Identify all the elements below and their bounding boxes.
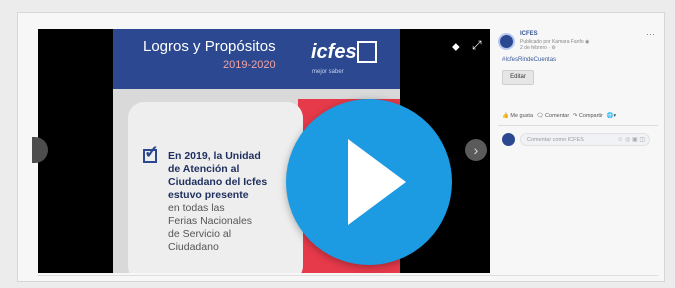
share-button[interactable]: ↷ Compartir [573, 113, 603, 119]
more-options-icon[interactable]: ··· [646, 29, 655, 39]
photo-viewer[interactable]: Logros y Propósitos 2019-2020 icfes mejo… [32, 29, 490, 273]
audience-selector[interactable]: 🌐▾ [607, 113, 617, 119]
post-hashtag[interactable]: #IcfesRindeCuentas [502, 57, 556, 63]
slide-line: de Servicio al [168, 228, 232, 240]
logo-subtitle: mejor saber [312, 69, 344, 75]
comment-input[interactable]: Comentar como ICFES ☺ ◎ ▣ ◫ [520, 133, 650, 146]
logo-check-icon [357, 41, 377, 63]
icfes-logo: icfes [311, 41, 357, 63]
post-date-meta: 2 de febrero · ⚙ [520, 45, 556, 51]
previous-photo-button[interactable] [32, 137, 48, 163]
slide-title: Logros y Propósitos [143, 38, 276, 55]
divider [498, 125, 658, 126]
comment-button[interactable]: 🗨 Comentar [537, 113, 570, 119]
slide-header: Logros y Propósitos 2019-2020 icfes mejo… [113, 29, 400, 89]
slide-years: 2019-2020 [223, 59, 276, 71]
checkmark-icon: ✓ [144, 142, 160, 162]
commenter-avatar [502, 133, 515, 146]
play-icon [348, 139, 406, 225]
page-avatar[interactable] [498, 33, 515, 50]
post-actions: 👍 Me gusta 🗨 Comentar ↷ Compartir 🌐▾ [502, 113, 618, 119]
fullscreen-icon[interactable]: ⤢ [472, 38, 482, 53]
next-photo-button[interactable]: › [465, 139, 487, 161]
divider [38, 275, 658, 276]
like-button[interactable]: 👍 Me gusta [502, 113, 533, 119]
edit-button[interactable]: Editar [502, 70, 534, 85]
slide-line: Ciudadano [168, 241, 219, 253]
comment-placeholder: Comentar como ICFES [527, 137, 584, 143]
play-button[interactable] [286, 99, 452, 265]
tag-icon[interactable]: ⬥ [452, 41, 460, 54]
facebook-post-card: Logros y Propósitos 2019-2020 icfes mejo… [17, 12, 665, 282]
comment-tool-icons[interactable]: ☺ ◎ ▣ ◫ [617, 134, 645, 147]
page-name-link[interactable]: ICFES [520, 31, 538, 37]
